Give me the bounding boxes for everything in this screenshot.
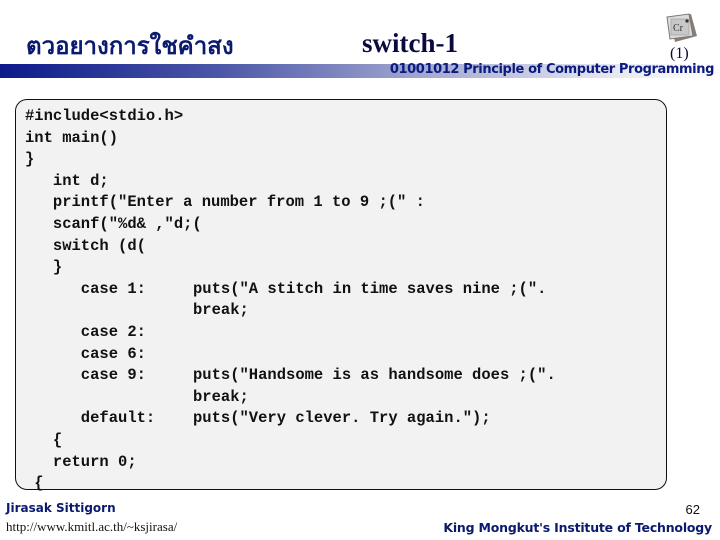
- code-line: scanf("%d& ,"d;(: [25, 214, 425, 236]
- code-line: default: puts("Very clever. Try again.");: [25, 408, 491, 430]
- code-line: case 2:: [25, 322, 425, 344]
- code-line: case 6:: [25, 344, 425, 366]
- code-line-text: return 0;: [25, 452, 137, 471]
- code-line: break;: [25, 387, 425, 409]
- code-line-text: int d;: [25, 171, 109, 190]
- code-line-statement: break;: [193, 387, 249, 406]
- code-line-text: #include<stdio.h>: [25, 107, 184, 125]
- author-name: Jirasak Sittigorn: [6, 501, 116, 515]
- code-line-text: case 1:: [25, 279, 146, 298]
- code-line-statement: puts("Handsome is as handsome does ;(".: [193, 366, 556, 385]
- code-line: {: [25, 430, 425, 452]
- page-number: 62: [685, 502, 700, 517]
- code-line: switch (d(: [25, 236, 425, 258]
- code-line-text: default:: [25, 409, 156, 428]
- code-listing: #include<stdio.h> int main()} int d; prin…: [25, 106, 556, 495]
- code-line-text: case 9:: [25, 366, 146, 385]
- code-line-text: int main(): [25, 128, 119, 147]
- code-line: return 0;: [25, 452, 425, 474]
- c-program-chip-icon: Cr: [665, 12, 699, 44]
- code-line: }: [25, 257, 425, 279]
- svg-text:Cr: Cr: [673, 23, 684, 34]
- code-line-text: case 6:: [25, 344, 146, 363]
- institute-name: King Mongkut's Institute of Technology: [443, 520, 712, 535]
- code-line: #include<stdio.h>: [25, 106, 425, 128]
- code-line-text: printf("Enter a number from 1 to 9 ;(" :: [25, 193, 425, 212]
- code-line-text: }: [25, 258, 63, 277]
- code-line: int main(): [25, 128, 425, 150]
- code-line: case 1: puts("A stitch in time saves nine…: [25, 279, 547, 301]
- code-line: }: [25, 149, 425, 171]
- code-line-statement: break;: [193, 301, 249, 320]
- code-line-text: switch (d(: [25, 236, 146, 255]
- author-url[interactable]: http://www.kmitl.ac.th/~ksjirasa/: [6, 519, 177, 535]
- course-title: 01001012 Principle of Computer Programmi…: [389, 62, 715, 77]
- code-line: printf("Enter a number from 1 to 9 ;(" :: [25, 192, 425, 214]
- slide-part-label: (1): [670, 45, 689, 62]
- code-line-statement: puts("A stitch in time saves nine ;(".: [193, 279, 547, 298]
- code-line-statement: puts("Very clever. Try again.");: [193, 409, 491, 428]
- code-line-text: {: [25, 430, 63, 449]
- code-line: case 9: puts("Handsome is as handsome doe…: [25, 365, 556, 387]
- code-line: {: [25, 473, 425, 495]
- code-line-text: case 2:: [25, 322, 146, 341]
- code-line: int d;: [25, 171, 425, 193]
- slide-title: switch-1: [362, 28, 458, 58]
- code-line: break;: [25, 300, 425, 322]
- code-line-text: scanf("%d& ,"d;(: [25, 214, 202, 233]
- slide-title-thai: ตวอยางการใชคำสง: [26, 31, 234, 60]
- code-line-text: }: [25, 150, 35, 169]
- code-line-text: {: [25, 474, 44, 493]
